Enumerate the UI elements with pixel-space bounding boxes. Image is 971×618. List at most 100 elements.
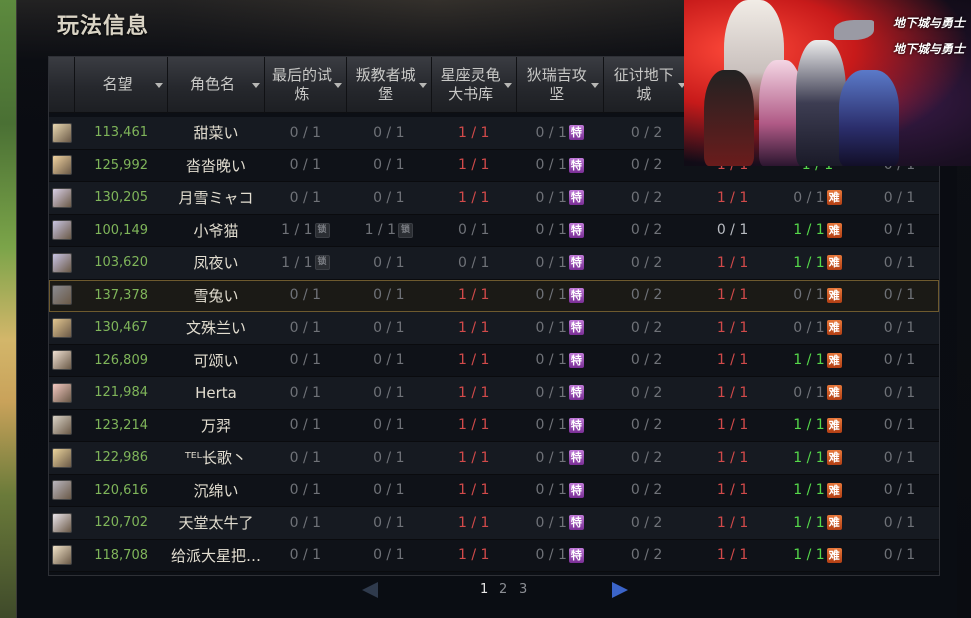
col7-progress-value: 0 / 1: [793, 189, 825, 206]
character-name-value: Herta: [195, 383, 237, 402]
header-dirigi[interactable]: 狄瑞吉攻 坚: [516, 57, 604, 113]
col8-progress-value: 0 / 1: [883, 287, 916, 304]
table-row[interactable]: 126,809 可颂い 0 / 10 / 11 / 10 / 1特0 / 21 / …: [49, 344, 939, 377]
dungeon-progress: 0 / 2: [603, 157, 690, 173]
header-castle[interactable]: 叛教者城 堡: [346, 57, 432, 113]
library-progress: 0 / 1: [431, 222, 516, 238]
col7-progress-value: 1 / 1: [793, 482, 825, 499]
col8-progress: 0 / 1: [860, 417, 939, 433]
dungeon-progress: 0 / 2: [603, 547, 690, 563]
dungeon-progress: 0 / 2: [603, 320, 690, 336]
page-1[interactable]: 1: [480, 582, 488, 597]
hard-badge-icon: 难: [826, 417, 842, 433]
table-row[interactable]: 100,149 小爷猫 1 / 1锁1 / 1锁0 / 10 / 1特0 / 20 …: [49, 214, 939, 247]
avatar: [51, 480, 72, 501]
header-library-label: 星座灵龟 大书库: [440, 65, 501, 103]
col8-progress: 0 / 1: [860, 450, 939, 466]
avatar-cell: [49, 220, 75, 241]
page-3[interactable]: 3: [519, 582, 527, 597]
col8-progress: 0 / 1: [860, 547, 939, 563]
col8-progress-value: 0 / 1: [883, 547, 916, 564]
avatar: [51, 252, 72, 273]
special-badge-icon: 特: [568, 125, 584, 141]
col7-progress-value: 0 / 1: [793, 287, 825, 304]
trial-progress-value: 0 / 1: [289, 287, 322, 304]
character-name-value: 小爷猫: [193, 221, 239, 240]
col6-progress: 1 / 1: [690, 515, 775, 531]
avatar: [51, 545, 72, 566]
prev-page-arrow-icon[interactable]: [362, 582, 378, 598]
sort-arrow-icon: [418, 82, 427, 88]
col7-progress-value: 1 / 1: [793, 222, 825, 239]
dungeon-progress-value: 0 / 2: [630, 482, 663, 499]
col8-progress-value: 0 / 1: [883, 514, 916, 531]
library-progress: 1 / 1: [431, 482, 516, 498]
dirigi-progress: 0 / 1特: [516, 450, 603, 466]
sort-arrow-icon: [154, 82, 163, 88]
table-row[interactable]: 103,620 凤夜い 1 / 1锁0 / 10 / 10 / 1特0 / 21 /…: [49, 247, 939, 280]
dungeon-progress: 0 / 2: [603, 417, 690, 433]
col6-progress-value: 1 / 1: [716, 547, 749, 564]
col7-progress: 1 / 1难: [775, 255, 860, 271]
header-trial[interactable]: 最后的试 炼: [264, 57, 347, 113]
dungeon-progress-value: 0 / 2: [630, 547, 663, 564]
header-library[interactable]: 星座灵龟 大书库: [431, 57, 517, 113]
header-dungeon[interactable]: 征讨地下 城: [603, 57, 691, 113]
avatar-cell: [49, 382, 75, 403]
hard-badge-icon: 难: [826, 222, 842, 238]
col6-progress: 1 / 1: [690, 547, 775, 563]
table-row[interactable]: 122,986 ᵀᴱᴸ长歌丶 0 / 10 / 11 / 10 / 1特0 / 21…: [49, 442, 939, 475]
fame-value-value: 130,467: [94, 320, 148, 336]
avatar-cell: [49, 252, 75, 273]
col8-progress-value: 0 / 1: [883, 254, 916, 271]
dungeon-progress-value: 0 / 2: [630, 319, 663, 336]
avatar-cell: [49, 350, 75, 371]
castle-progress: 0 / 1: [346, 547, 431, 563]
library-progress-value: 0 / 1: [458, 222, 490, 239]
avatar: [51, 285, 72, 306]
castle-progress: 0 / 1: [346, 287, 431, 303]
next-page-arrow-icon[interactable]: [612, 582, 628, 598]
col8-progress: 0 / 1: [860, 222, 939, 238]
dungeon-progress-value: 0 / 2: [630, 417, 663, 434]
trial-progress-value: 0 / 1: [289, 514, 322, 531]
fame-value-value: 125,992: [94, 157, 148, 173]
table-row[interactable]: 121,984 Herta 0 / 10 / 11 / 10 / 1特0 / 21 …: [49, 377, 939, 410]
dungeon-progress: 0 / 2: [603, 385, 690, 401]
table-row[interactable]: 123,214 万羿 0 / 10 / 11 / 10 / 1特0 / 21 / 1…: [49, 409, 939, 442]
table-row[interactable]: 137,378 雪兔い 0 / 10 / 11 / 10 / 1特0 / 21 / …: [49, 279, 939, 312]
page-2[interactable]: 2: [499, 582, 507, 597]
table-row[interactable]: 120,616 沉绵い 0 / 10 / 11 / 10 / 1特0 / 21 / …: [49, 474, 939, 507]
avatar-cell: [49, 155, 75, 176]
special-badge-icon: 特: [568, 385, 584, 401]
trial-progress-value: 0 / 1: [289, 384, 322, 401]
fame-value-value: 120,702: [94, 515, 148, 531]
hard-badge-icon: 难: [826, 320, 842, 336]
col7-progress: 1 / 1难: [775, 222, 860, 238]
dungeon-progress: 0 / 2: [603, 222, 690, 238]
character-art: [704, 70, 754, 166]
fame-value: 122,986: [75, 450, 168, 465]
table-row[interactable]: 118,708 给派大星把… 0 / 10 / 11 / 10 / 1特0 / 21…: [49, 539, 939, 572]
header-fame[interactable]: 名望: [74, 57, 168, 113]
dirigi-progress-value: 0 / 1: [535, 222, 567, 239]
trial-progress: 0 / 1: [264, 125, 346, 141]
col7-progress: 1 / 1难: [775, 352, 860, 368]
library-progress-value: 1 / 1: [458, 384, 490, 401]
character-name-value: 文殊兰い: [185, 319, 246, 338]
table-row[interactable]: 130,205 月雪ミャコ 0 / 10 / 11 / 10 / 1特0 / 21 …: [49, 182, 939, 215]
header-name[interactable]: 角色名: [167, 57, 265, 113]
dirigi-progress: 0 / 1特: [516, 320, 603, 336]
castle-progress: 0 / 1: [346, 515, 431, 531]
special-badge-icon: 特: [568, 547, 584, 563]
dirigi-progress: 0 / 1特: [516, 125, 603, 141]
avatar: [51, 382, 72, 403]
trial-progress: 0 / 1: [264, 482, 346, 498]
col6-progress: 1 / 1: [690, 320, 775, 336]
promo-banner[interactable]: 地下城与勇士 地下城与勇士: [684, 0, 971, 166]
avatar: [51, 447, 72, 468]
table-row[interactable]: 120,702 天堂太牛了 0 / 10 / 11 / 10 / 1特0 / 21 …: [49, 507, 939, 540]
table-row[interactable]: 130,467 文殊兰い 0 / 10 / 11 / 10 / 1特0 / 21 /…: [49, 312, 939, 345]
dirigi-progress-value: 0 / 1: [535, 287, 567, 304]
dirigi-progress: 0 / 1特: [516, 385, 603, 401]
